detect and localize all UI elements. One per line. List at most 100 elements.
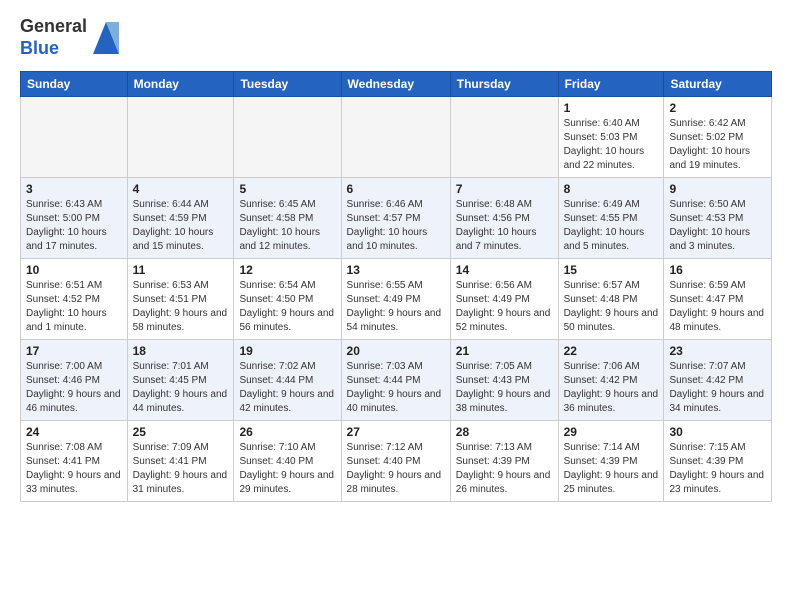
day-info: Sunrise: 6:46 AM Sunset: 4:57 PM Dayligh…	[347, 198, 445, 254]
day-info: Sunrise: 6:56 AM Sunset: 4:49 PM Dayligh…	[456, 279, 553, 335]
day-info: Sunrise: 6:59 AM Sunset: 4:47 PM Dayligh…	[669, 279, 766, 335]
calendar-cell: 4 Sunrise: 6:44 AM Sunset: 4:59 PM Daylig…	[127, 178, 234, 259]
calendar-cell: 26Sunrise: 7:10 AM Sunset: 4:40 PM Dayli…	[234, 421, 341, 502]
calendar-cell	[341, 97, 450, 178]
logo-blue: Blue	[20, 38, 87, 60]
header-friday: Friday	[558, 72, 664, 97]
calendar-week-5: 24 Sunrise: 7:08 AM Sunset: 4:41 PM Dayli…	[21, 421, 772, 502]
day-info: Sunrise: 6:49 AM Sunset: 4:55 PM Dayligh…	[564, 198, 659, 254]
calendar-cell: 17 Sunrise: 7:00 AM Sunset: 4:46 PM Dayli…	[21, 340, 128, 421]
day-info: Sunrise: 7:03 AM Sunset: 4:44 PM Dayligh…	[347, 360, 445, 416]
day-info: Sunrise: 7:09 AM Sunset: 4:41 PM Dayligh…	[133, 441, 229, 497]
day-info: Sunrise: 6:50 AM Sunset: 4:53 PM Dayligh…	[669, 198, 766, 254]
calendar-cell	[450, 97, 558, 178]
calendar-cell: 16 Sunrise: 6:59 AM Sunset: 4:47 PM Dayli…	[664, 259, 772, 340]
day-number: 28	[456, 425, 553, 439]
day-info: Sunrise: 7:15 AM Sunset: 4:39 PM Dayligh…	[669, 441, 766, 497]
calendar-cell: 20 Sunrise: 7:03 AM Sunset: 4:44 PM Dayli…	[341, 340, 450, 421]
calendar-cell: 22Sunrise: 7:06 AM Sunset: 4:42 PM Dayli…	[558, 340, 664, 421]
day-number: 26	[239, 425, 335, 439]
header-thursday: Thursday	[450, 72, 558, 97]
day-number: 2	[669, 101, 766, 115]
calendar-cell: 18Sunrise: 7:01 AM Sunset: 4:45 PM Dayli…	[127, 340, 234, 421]
day-number: 17	[26, 344, 122, 358]
calendar-week-3: 10 Sunrise: 6:51 AM Sunset: 4:52 PM Dayli…	[21, 259, 772, 340]
day-number: 14	[456, 263, 553, 277]
calendar-cell: 10 Sunrise: 6:51 AM Sunset: 4:52 PM Dayli…	[21, 259, 128, 340]
calendar-cell: 2Sunrise: 6:42 AM Sunset: 5:02 PM Daylig…	[664, 97, 772, 178]
logo: GeneralBlue	[20, 16, 121, 59]
header-monday: Monday	[127, 72, 234, 97]
day-number: 21	[456, 344, 553, 358]
day-number: 8	[564, 182, 659, 196]
day-info: Sunrise: 6:48 AM Sunset: 4:56 PM Dayligh…	[456, 198, 553, 254]
day-number: 4	[133, 182, 229, 196]
day-number: 13	[347, 263, 445, 277]
calendar-cell: 27 Sunrise: 7:12 AM Sunset: 4:40 PM Dayli…	[341, 421, 450, 502]
day-info: Sunrise: 6:53 AM Sunset: 4:51 PM Dayligh…	[133, 279, 229, 335]
day-number: 23	[669, 344, 766, 358]
day-info: Sunrise: 7:07 AM Sunset: 4:42 PM Dayligh…	[669, 360, 766, 416]
calendar-cell	[234, 97, 341, 178]
day-number: 20	[347, 344, 445, 358]
calendar-week-4: 17 Sunrise: 7:00 AM Sunset: 4:46 PM Dayli…	[21, 340, 772, 421]
calendar-cell: 9 Sunrise: 6:50 AM Sunset: 4:53 PM Daylig…	[664, 178, 772, 259]
header-tuesday: Tuesday	[234, 72, 341, 97]
calendar-cell: 19Sunrise: 7:02 AM Sunset: 4:44 PM Dayli…	[234, 340, 341, 421]
day-info: Sunrise: 7:05 AM Sunset: 4:43 PM Dayligh…	[456, 360, 553, 416]
calendar-cell: 23 Sunrise: 7:07 AM Sunset: 4:42 PM Dayli…	[664, 340, 772, 421]
logo-icon	[91, 20, 121, 56]
calendar-cell: 15Sunrise: 6:57 AM Sunset: 4:48 PM Dayli…	[558, 259, 664, 340]
day-info: Sunrise: 6:45 AM Sunset: 4:58 PM Dayligh…	[239, 198, 335, 254]
day-number: 6	[347, 182, 445, 196]
day-number: 10	[26, 263, 122, 277]
logo-general: General	[20, 16, 87, 38]
day-number: 27	[347, 425, 445, 439]
calendar-cell: 5 Sunrise: 6:45 AM Sunset: 4:58 PM Daylig…	[234, 178, 341, 259]
day-number: 1	[564, 101, 659, 115]
day-info: Sunrise: 7:12 AM Sunset: 4:40 PM Dayligh…	[347, 441, 445, 497]
calendar-cell: 24 Sunrise: 7:08 AM Sunset: 4:41 PM Dayli…	[21, 421, 128, 502]
calendar-week-1: 1Sunrise: 6:40 AM Sunset: 5:03 PM Daylig…	[21, 97, 772, 178]
day-info: Sunrise: 6:44 AM Sunset: 4:59 PM Dayligh…	[133, 198, 229, 254]
day-info: Sunrise: 7:08 AM Sunset: 4:41 PM Dayligh…	[26, 441, 122, 497]
day-number: 5	[239, 182, 335, 196]
calendar-cell: 7Sunrise: 6:48 AM Sunset: 4:56 PM Daylig…	[450, 178, 558, 259]
calendar-cell: 3Sunrise: 6:43 AM Sunset: 5:00 PM Daylig…	[21, 178, 128, 259]
calendar-cell: 11 Sunrise: 6:53 AM Sunset: 4:51 PM Dayli…	[127, 259, 234, 340]
day-number: 11	[133, 263, 229, 277]
day-info: Sunrise: 6:43 AM Sunset: 5:00 PM Dayligh…	[26, 198, 122, 254]
day-number: 9	[669, 182, 766, 196]
header: GeneralBlue	[20, 16, 772, 59]
calendar-cell: 13 Sunrise: 6:55 AM Sunset: 4:49 PM Dayli…	[341, 259, 450, 340]
page: GeneralBlue SundayMondayTuesdayWednesday…	[0, 0, 792, 522]
calendar-cell: 25 Sunrise: 7:09 AM Sunset: 4:41 PM Dayli…	[127, 421, 234, 502]
day-info: Sunrise: 6:51 AM Sunset: 4:52 PM Dayligh…	[26, 279, 122, 335]
calendar-cell	[127, 97, 234, 178]
calendar-week-2: 3Sunrise: 6:43 AM Sunset: 5:00 PM Daylig…	[21, 178, 772, 259]
day-info: Sunrise: 6:55 AM Sunset: 4:49 PM Dayligh…	[347, 279, 445, 335]
calendar-cell: 29 Sunrise: 7:14 AM Sunset: 4:39 PM Dayli…	[558, 421, 664, 502]
day-number: 22	[564, 344, 659, 358]
calendar-cell: 28 Sunrise: 7:13 AM Sunset: 4:39 PM Dayli…	[450, 421, 558, 502]
calendar-cell: 12Sunrise: 6:54 AM Sunset: 4:50 PM Dayli…	[234, 259, 341, 340]
day-number: 30	[669, 425, 766, 439]
day-number: 25	[133, 425, 229, 439]
calendar-cell: 8 Sunrise: 6:49 AM Sunset: 4:55 PM Daylig…	[558, 178, 664, 259]
day-number: 16	[669, 263, 766, 277]
calendar-table: SundayMondayTuesdayWednesdayThursdayFrid…	[20, 71, 772, 502]
day-info: Sunrise: 7:14 AM Sunset: 4:39 PM Dayligh…	[564, 441, 659, 497]
calendar-cell	[21, 97, 128, 178]
calendar-header-row: SundayMondayTuesdayWednesdayThursdayFrid…	[21, 72, 772, 97]
header-wednesday: Wednesday	[341, 72, 450, 97]
calendar-cell: 6 Sunrise: 6:46 AM Sunset: 4:57 PM Daylig…	[341, 178, 450, 259]
calendar-cell: 21 Sunrise: 7:05 AM Sunset: 4:43 PM Dayli…	[450, 340, 558, 421]
day-number: 29	[564, 425, 659, 439]
day-info: Sunrise: 7:00 AM Sunset: 4:46 PM Dayligh…	[26, 360, 122, 416]
day-number: 19	[239, 344, 335, 358]
calendar-cell: 14 Sunrise: 6:56 AM Sunset: 4:49 PM Dayli…	[450, 259, 558, 340]
day-info: Sunrise: 7:13 AM Sunset: 4:39 PM Dayligh…	[456, 441, 553, 497]
day-number: 24	[26, 425, 122, 439]
calendar-cell: 1Sunrise: 6:40 AM Sunset: 5:03 PM Daylig…	[558, 97, 664, 178]
calendar-cell: 30 Sunrise: 7:15 AM Sunset: 4:39 PM Dayli…	[664, 421, 772, 502]
